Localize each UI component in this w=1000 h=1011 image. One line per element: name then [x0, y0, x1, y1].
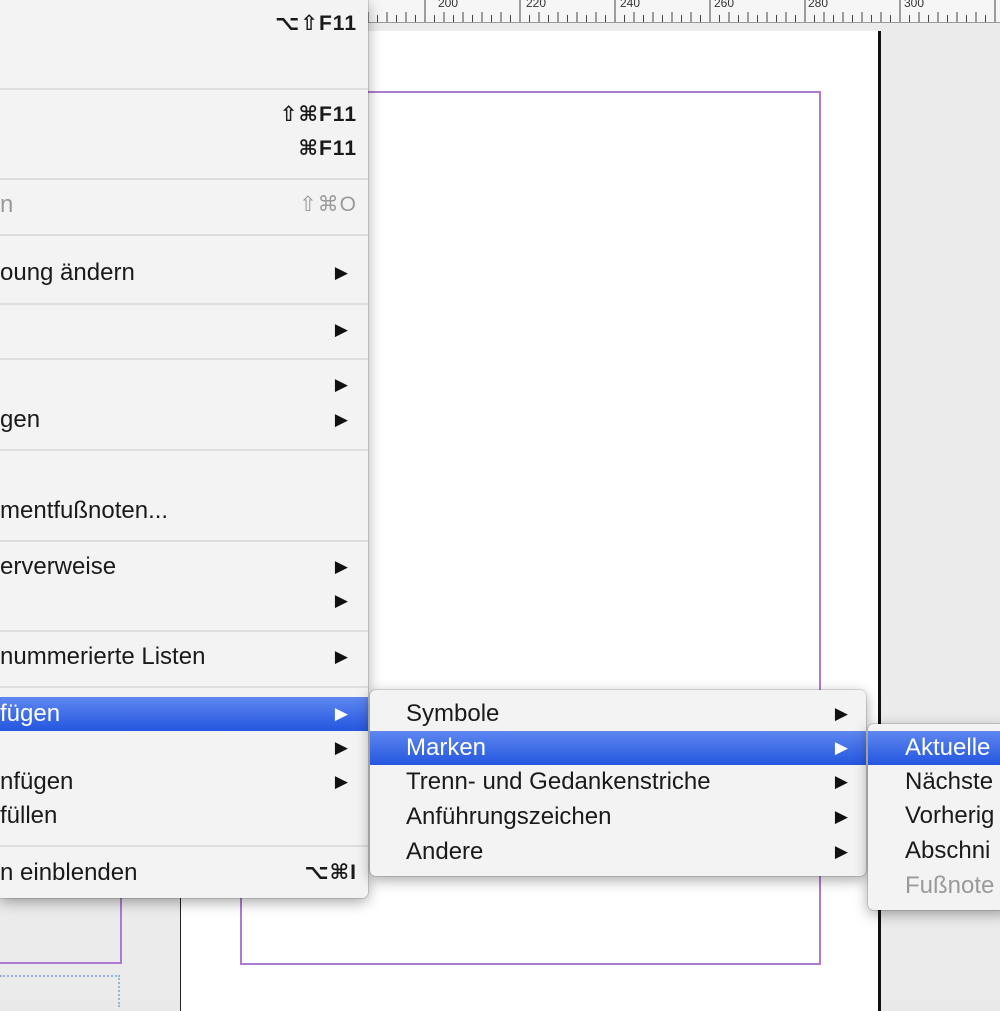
menu-item-label: Trenn- und Gedankenstriche: [406, 768, 711, 795]
menu-item-label: Fußnote: [905, 872, 995, 899]
submenu-arrow-icon: ▶: [334, 375, 348, 394]
menu-item[interactable]: ▶: [0, 584, 368, 618]
menu-separator: [0, 449, 368, 451]
menu-item-label: fügen: [0, 700, 61, 727]
menu-item-shortcut: ⌘F11: [298, 137, 357, 160]
submenu-arrow-icon: ▶: [334, 320, 348, 339]
submenu-arrow-icon: ▶: [334, 557, 348, 576]
menu-item-label: nfügen: [0, 768, 74, 795]
markers-submenu: Aktuelle Nächste Vorherig Abschni Fußnot…: [868, 724, 1000, 910]
menu-separator: [0, 234, 368, 236]
left-page-bleed-guide: [0, 975, 120, 1007]
menu-item[interactable]: ⌘F11: [0, 132, 368, 166]
menu-item-label: Symbole: [406, 700, 500, 727]
horizontal-ruler[interactable]: 200 220 240 260 280 300: [368, 0, 1000, 23]
submenu-item-abschnitt[interactable]: Abschni: [868, 834, 1000, 868]
submenu-item-anfuehrungszeichen[interactable]: Anführungszeichen ▶: [370, 800, 866, 834]
ruler-tick-label: 300: [904, 0, 925, 10]
menu-item[interactable]: gen ▶: [0, 403, 368, 437]
menu-item-label: Andere: [406, 838, 484, 865]
submenu-item-symbole[interactable]: Symbole ▶: [370, 697, 866, 731]
ruler-tick-label: 220: [526, 0, 547, 10]
menu-item-shortcut: ⇧⌘F11: [279, 103, 357, 126]
menu-item-label: erverweise: [0, 553, 117, 580]
menu-item-label: Abschni: [905, 837, 991, 864]
menu-item-label: n einblenden: [0, 859, 138, 886]
ruler-tick-label: 200: [438, 0, 459, 10]
menu-item[interactable]: ⌥⇧F11: [0, 7, 368, 41]
menu-item-shortcut: ⌥⌘I: [304, 861, 357, 884]
menu-item[interactable]: oung ändern ▶: [0, 256, 368, 290]
menu-item-label: gen: [0, 406, 41, 433]
submenu-arrow-icon: ▶: [334, 410, 348, 429]
type-menu: ⌥⇧F11 ⇧⌘F11 ⌘F11 n ⇧⌘O oung ändern ▶ ▶ ▶…: [0, 0, 368, 898]
submenu-arrow-icon: ▶: [334, 704, 348, 723]
menu-separator: [0, 630, 368, 632]
submenu-arrow-icon: ▶: [834, 704, 848, 723]
menu-item-label: Aktuelle: [905, 734, 991, 761]
menu-item[interactable]: ▶: [0, 731, 368, 765]
menu-separator: [0, 88, 368, 90]
submenu-arrow-icon: ▶: [834, 772, 848, 791]
submenu-arrow-icon: ▶: [334, 772, 348, 791]
menu-item[interactable]: erverweise ▶: [0, 550, 368, 584]
menu-item-label: Marken: [406, 734, 487, 761]
menu-separator: [0, 686, 368, 688]
menu-item-label: n: [0, 191, 14, 218]
menu-separator: [0, 178, 368, 180]
submenu-arrow-icon: ▶: [834, 738, 848, 757]
menu-item[interactable]: n einblenden ⌥⌘I: [0, 856, 368, 890]
submenu-item-andere[interactable]: Andere ▶: [370, 835, 866, 869]
ruler-tick-label: 240: [620, 0, 641, 10]
left-page-margin-guide: [0, 898, 122, 964]
menu-separator: [0, 358, 368, 360]
ruler-tick-label: 260: [714, 0, 735, 10]
submenu-item-aktuelle[interactable]: Aktuelle: [868, 731, 1000, 765]
menu-separator: [0, 303, 368, 305]
menu-separator: [0, 540, 368, 542]
menu-item-selected[interactable]: fügen ▶: [0, 697, 368, 731]
submenu-arrow-icon: ▶: [334, 647, 348, 666]
menu-item[interactable]: nummerierte Listen ▶: [0, 640, 368, 674]
submenu-arrow-icon: ▶: [834, 807, 848, 826]
submenu-item-trennstriche[interactable]: Trenn- und Gedankenstriche ▶: [370, 765, 866, 799]
menu-item-disabled: n ⇧⌘O: [0, 188, 368, 222]
menu-item-shortcut: ⇧⌘O: [299, 193, 357, 216]
menu-item-label: Anführungszeichen: [406, 803, 612, 830]
menu-item[interactable]: nfügen ▶: [0, 765, 368, 799]
menu-separator: [0, 845, 368, 847]
menu-item[interactable]: ⇧⌘F11: [0, 98, 368, 132]
ruler-tick-label: 280: [808, 0, 829, 10]
menu-item-label: mentfußnoten...: [0, 497, 169, 524]
menu-item[interactable]: ▶: [0, 368, 368, 402]
menu-item-label: nummerierte Listen: [0, 643, 206, 670]
menu-item-label: Vorherig: [905, 802, 995, 829]
submenu-arrow-icon: ▶: [834, 842, 848, 861]
submenu-item-marken[interactable]: Marken ▶: [370, 731, 866, 765]
menu-item[interactable]: mentfußnoten...: [0, 494, 368, 528]
menu-item[interactable]: ▶: [0, 313, 368, 347]
submenu-arrow-icon: ▶: [334, 591, 348, 610]
submenu-arrow-icon: ▶: [334, 263, 348, 282]
menu-item-label: Nächste: [905, 768, 994, 795]
menu-item-shortcut: ⌥⇧F11: [275, 12, 357, 35]
submenu-item-vorherige[interactable]: Vorherig: [868, 799, 1000, 833]
submenu-item-fussnote-disabled: Fußnote: [868, 869, 1000, 903]
menu-item[interactable]: füllen: [0, 799, 368, 833]
submenu-item-naechste[interactable]: Nächste: [868, 765, 1000, 799]
menu-item-label: oung ändern: [0, 259, 135, 286]
insert-special-character-submenu: Symbole ▶ Marken ▶ Trenn- und Gedankenst…: [370, 690, 866, 876]
menu-item-label: füllen: [0, 802, 58, 829]
submenu-arrow-icon: ▶: [334, 738, 348, 757]
